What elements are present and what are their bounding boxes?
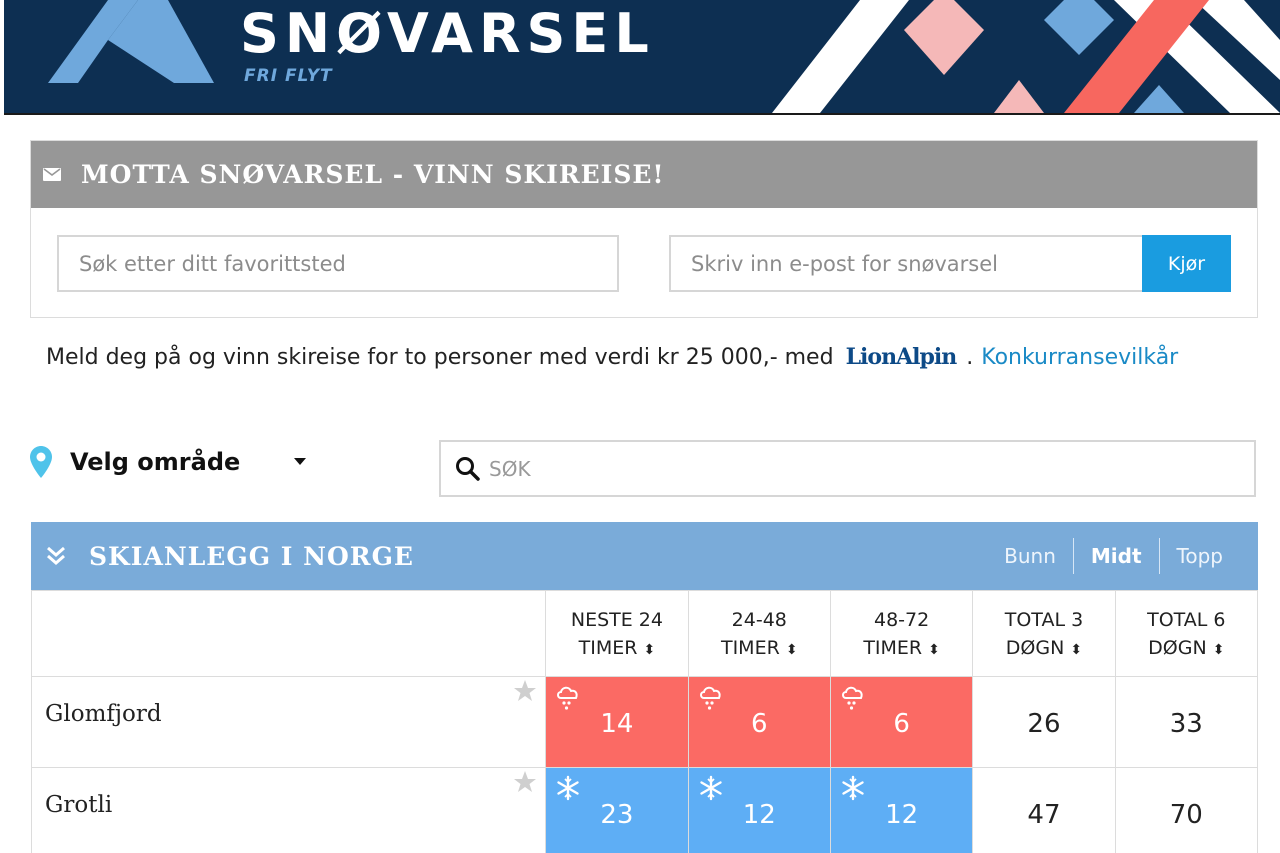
ski-resorts-header[interactable]: SKIANLEGG I NORGE Bunn Midt Topp [31,522,1258,590]
resort-search-input[interactable]: SØK [439,440,1256,497]
toggle-divider [1072,538,1074,574]
resort-name-cell[interactable]: Grotli [30,767,547,853]
favorite-search-placeholder: Søk etter ditt favorittsted [79,251,346,276]
table-header-row: NESTE 24 TIMER ⬍ 24-48 TIMER ⬍ 48-72 TIMER … [30,590,1259,677]
column-header-line: DØGN [1148,636,1207,659]
sort-arrows-icon: ⬍ [1070,641,1083,658]
column-header-line: TIMER [578,636,638,659]
ski-resorts-title: SKIANLEGG I NORGE [89,541,414,571]
newsletter-header: MOTTA SNØVARSEL - VINN SKIREISE! [31,141,1257,208]
favorite-star-icon[interactable] [513,679,537,703]
total-3d-cell: 47 [972,767,1116,853]
toggle-divider [1158,538,1160,574]
favorite-star-icon[interactable] [513,770,537,794]
column-header-line: TIMER [720,636,780,659]
site-title[interactable]: SNØVARSEL [240,2,655,66]
snowflake-icon [557,775,579,801]
resort-name: Grotli [45,792,113,818]
column-header-48-72h[interactable]: 48-72 TIMER ⬍ [829,590,974,677]
resort-search-placeholder: SØK [489,456,531,481]
toggle-bunn[interactable]: Bunn [987,544,1073,568]
column-header-total-6d[interactable]: TOTAL 6 DØGN ⬍ [1114,590,1259,677]
sort-arrows-icon: ⬍ [643,641,656,658]
sleet-cloud-icon [841,686,863,710]
forecast-value: 6 [893,709,910,739]
column-header-line: TOTAL 6 [1147,608,1226,631]
promo-separator: . [966,345,974,370]
site-header: SNØVARSEL FRI FLYT [4,0,1280,113]
submit-button[interactable]: Kjør [1142,235,1231,292]
region-label: Velg område [70,448,241,476]
forecast-value: 6 [750,709,768,739]
table-row[interactable]: Grotli 23 12 12 47 70 [30,767,1259,853]
total-6d-value: 70 [1169,800,1203,830]
sort-arrows-icon: ⬍ [1212,641,1225,658]
column-header-line: TOTAL 3 [1004,608,1084,631]
forecast-cell: 12 [829,767,974,853]
forecast-cell: 14 [545,676,689,768]
promo-text: Meld deg på og vinn skireise for to pers… [46,344,1178,370]
forecast-cell: 6 [687,676,831,768]
forecast-cell: 12 [687,767,831,853]
header-divider [4,113,1280,115]
toggle-midt[interactable]: Midt [1074,544,1159,568]
resort-name-column-header [30,590,547,677]
sleet-cloud-icon [699,686,721,710]
toggle-topp[interactable]: Topp [1160,544,1240,568]
resort-name: Glomfjord [45,701,162,727]
double-chevron-down-icon [47,546,65,565]
resort-name-cell[interactable]: Glomfjord [30,676,547,768]
forecast-cell: 23 [545,767,689,853]
forecast-value: 12 [742,800,776,830]
table-row[interactable]: Glomfjord 14 6 6 26 33 [30,676,1259,768]
favorite-search-input[interactable]: Søk etter ditt favorittsted [57,235,619,292]
column-header-next-24h[interactable]: NESTE 24 TIMER ⬍ [545,590,689,677]
ski-resorts-section: SKIANLEGG I NORGE Bunn Midt Topp NESTE 2… [30,522,1259,853]
promo-description: Meld deg på og vinn skireise for to pers… [46,345,834,370]
caret-down-icon [294,458,307,465]
snowflake-icon [699,775,722,801]
snow-forecast-table: NESTE 24 TIMER ⬍ 24-48 TIMER ⬍ 48-72 TIMER … [30,590,1259,853]
forecast-value: 23 [600,800,634,830]
forecast-value: 14 [600,709,634,739]
email-input[interactable]: Skriv inn e-post for snøvarsel [669,235,1143,292]
newsletter-title: MOTTA SNØVARSEL - VINN SKIREISE! [81,160,665,189]
column-header-line: DØGN [1005,636,1065,659]
column-header-line: NESTE 24 [570,608,663,631]
total-3d-value: 26 [1027,709,1061,739]
total-3d-value: 47 [1027,800,1061,830]
total-6d-cell: 70 [1114,767,1259,853]
publisher-logo[interactable]: FRI FLYT [244,66,333,86]
search-icon [456,456,480,481]
forecast-value: 12 [885,800,919,830]
envelope-icon [43,168,61,181]
total-6d-cell: 33 [1114,676,1259,768]
column-header-line: 48-72 [874,608,930,631]
sponsor-logo[interactable]: LionAlpin [846,344,958,370]
column-header-24-48h[interactable]: 24-48 TIMER ⬍ [687,590,831,677]
column-header-line: TIMER [863,636,923,659]
terms-link[interactable]: Konkurransevilkår [981,345,1178,370]
column-header-line: 24-48 [731,608,787,631]
forecast-cell: 6 [829,676,974,768]
email-placeholder: Skriv inn e-post for snøvarsel [691,251,998,276]
total-6d-value: 33 [1169,709,1203,739]
map-pin-icon [30,446,52,478]
sleet-cloud-icon [557,686,578,710]
newsletter-panel: MOTTA SNØVARSEL - VINN SKIREISE! Søk ett… [30,140,1258,318]
elevation-toggle-group: Bunn Midt Topp [987,522,1240,590]
region-dropdown[interactable]: Velg område [30,446,307,478]
total-3d-cell: 26 [972,676,1116,768]
snowflake-icon [842,775,864,801]
column-header-total-3d[interactable]: TOTAL 3 DØGN ⬍ [972,590,1116,677]
sort-arrows-icon: ⬍ [928,641,940,658]
sort-arrows-icon: ⬍ [785,641,798,658]
